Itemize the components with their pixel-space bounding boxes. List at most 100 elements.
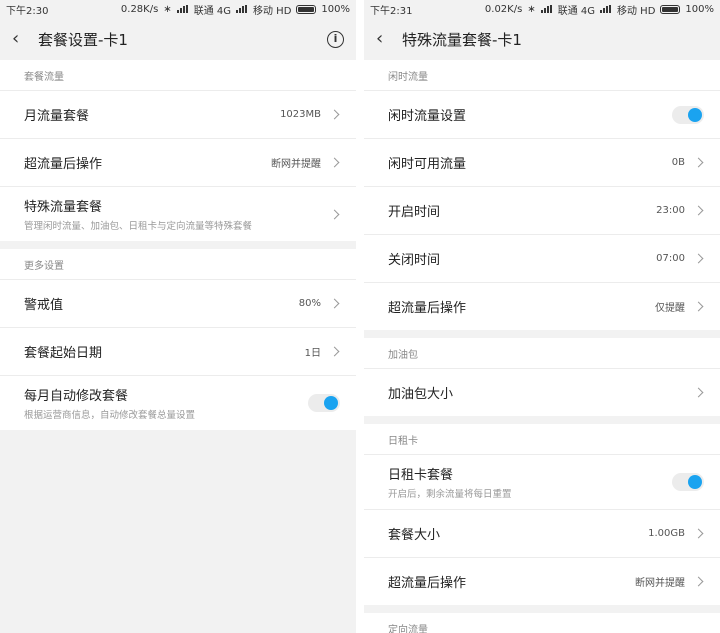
screen-divider [356, 0, 364, 633]
row-value: 07:00 [656, 253, 685, 264]
settings-section: 套餐流量月流量套餐 1023MB 超流量后操作 断网并提醒特殊流量套餐管理闲时流量、加… [0, 60, 356, 241]
settings-section: 加油包 加油包大小 [364, 338, 720, 416]
status-time: 下午2:30 [6, 5, 49, 17]
chevron-right-icon [329, 298, 340, 309]
section-spacer [0, 241, 356, 249]
carrier-1: 联通 4G [557, 5, 595, 17]
settings-row[interactable]: 套餐起始日期 1日 [0, 327, 356, 375]
row-label: 月流量套餐 [24, 109, 90, 124]
status-bar: 下午2:31 0.02K/s ∗ 联通 4G 移动 HD 100% [364, 0, 720, 18]
carrier-2: 移动 HD [253, 5, 292, 17]
chevron-right-icon [693, 253, 704, 264]
section-header: 定向流量 [388, 624, 428, 633]
carrier-2: 移动 HD [617, 5, 656, 17]
settings-row[interactable]: 警戒值 80% [0, 279, 356, 327]
page-title: 特殊流量套餐-卡1 [402, 30, 522, 49]
toggle-knob [688, 107, 702, 122]
row-label: 超流量后操作 [388, 301, 467, 316]
section-header: 更多设置 [24, 260, 64, 272]
chevron-right-icon [693, 576, 704, 587]
row-label: 套餐大小 [388, 528, 441, 543]
row-description: 开启后，剩余流量将每日重置 [388, 489, 512, 500]
section-spacer [364, 330, 720, 338]
row-label: 套餐起始日期 [24, 346, 103, 361]
chevron-right-icon [693, 387, 704, 398]
settings-row[interactable]: 套餐大小 1.00GB [364, 509, 720, 557]
chevron-right-icon [693, 157, 704, 168]
battery-icon [660, 4, 681, 14]
settings-row[interactable]: 关闭时间 07:00 [364, 234, 720, 282]
network-speed: 0.02K/s [484, 3, 523, 15]
section-header: 日租卡 [388, 435, 418, 447]
chevron-right-icon [329, 346, 340, 357]
title-bar: ‹ 特殊流量套餐-卡1 [364, 18, 720, 60]
section-header: 闲时流量 [388, 71, 428, 83]
toggle-switch[interactable] [672, 105, 704, 124]
settings-row[interactable]: 超流量后操作 仅提醒 [364, 282, 720, 330]
row-value: 1.00GB [648, 528, 685, 539]
settings-section: 闲时流量闲时流量设置 闲时可用流量 0B 开启时间 23:00 关闭时间 07:00 超流量后… [364, 60, 720, 330]
row-value: 0B [671, 157, 685, 168]
row-value: 23:00 [656, 205, 685, 216]
section-spacer [364, 416, 720, 424]
section-header: 加油包 [388, 349, 418, 361]
network-speed: 0.28K/s [120, 3, 159, 15]
signal-icon [600, 5, 612, 13]
row-label: 超流量后操作 [24, 157, 103, 172]
bluetooth-icon: ∗ [527, 3, 536, 15]
settings-row[interactable]: 开启时间 23:00 [364, 186, 720, 234]
row-value: 仅提醒 [655, 303, 685, 314]
settings-row[interactable]: 月流量套餐 1023MB [0, 90, 356, 138]
row-value: 1日 [304, 348, 321, 359]
row-value: 80% [298, 298, 321, 309]
settings-row[interactable]: 超流量后操作 断网并提醒 [0, 138, 356, 186]
settings-section: 定向流量 [364, 613, 720, 633]
row-value: 断网并提醒 [271, 159, 321, 170]
battery-icon [296, 4, 317, 14]
row-description: 管理闲时流量、加油包、日租卡与定向流量等特殊套餐 [24, 221, 253, 232]
settings-row[interactable]: 闲时流量设置 [364, 90, 720, 138]
bluetooth-icon: ∗ [163, 3, 172, 15]
status-time: 下午2:31 [370, 5, 413, 17]
row-label: 闲时流量设置 [388, 109, 467, 124]
info-icon[interactable]: i [327, 30, 344, 48]
settings-section: 更多设置警戒值 80% 套餐起始日期 1日每月自动修改套餐根据运营商信息，自动修改套餐… [0, 249, 356, 430]
chevron-right-icon [693, 528, 704, 539]
toggle-knob [324, 396, 338, 410]
row-label: 闲时可用流量 [388, 157, 467, 172]
row-label: 加油包大小 [388, 387, 454, 402]
row-label: 超流量后操作 [388, 576, 467, 591]
section-header: 套餐流量 [24, 71, 64, 83]
settings-row[interactable]: 日租卡套餐开启后，剩余流量将每日重置 [364, 454, 720, 509]
row-label: 关闭时间 [388, 253, 441, 268]
chevron-right-icon [329, 109, 340, 120]
chevron-right-icon [329, 157, 340, 168]
signal-icon [540, 5, 553, 13]
screen-left-plan-settings: 下午2:30 0.28K/s ∗ 联通 4G 移动 HD 100% ‹ 套餐设置… [0, 0, 356, 633]
chevron-right-icon [693, 301, 704, 312]
page-title: 套餐设置-卡1 [38, 30, 128, 49]
row-label: 每月自动修改套餐 [24, 389, 129, 404]
chevron-right-icon [693, 205, 704, 216]
settings-row[interactable]: 加油包大小 [364, 368, 720, 416]
battery-level: 100% [685, 3, 714, 15]
toggle-knob [688, 475, 702, 489]
title-bar: ‹ 套餐设置-卡1 i [0, 18, 356, 60]
row-description: 根据运营商信息，自动修改套餐总量设置 [24, 410, 196, 421]
back-arrow-icon[interactable]: ‹ [376, 30, 396, 48]
screen-right-special-plans: 下午2:31 0.02K/s ∗ 联通 4G 移动 HD 100% ‹ 特殊流量… [364, 0, 720, 633]
chevron-right-icon [329, 209, 340, 219]
battery-level: 100% [321, 3, 350, 15]
status-bar: 下午2:30 0.28K/s ∗ 联通 4G 移动 HD 100% [0, 0, 356, 18]
settings-row[interactable]: 特殊流量套餐管理闲时流量、加油包、日租卡与定向流量等特殊套餐 [0, 186, 356, 241]
settings-row[interactable]: 每月自动修改套餐根据运营商信息，自动修改套餐总量设置 [0, 375, 356, 430]
toggle-switch[interactable] [672, 473, 704, 491]
back-arrow-icon[interactable]: ‹ [12, 30, 32, 48]
toggle-switch[interactable] [308, 394, 340, 412]
row-label: 日租卡套餐 [388, 468, 454, 483]
row-label: 特殊流量套餐 [24, 200, 103, 215]
signal-icon [176, 5, 189, 13]
settings-row[interactable]: 超流量后操作 断网并提醒 [364, 557, 720, 605]
row-value: 断网并提醒 [635, 578, 685, 589]
settings-row[interactable]: 闲时可用流量 0B [364, 138, 720, 186]
